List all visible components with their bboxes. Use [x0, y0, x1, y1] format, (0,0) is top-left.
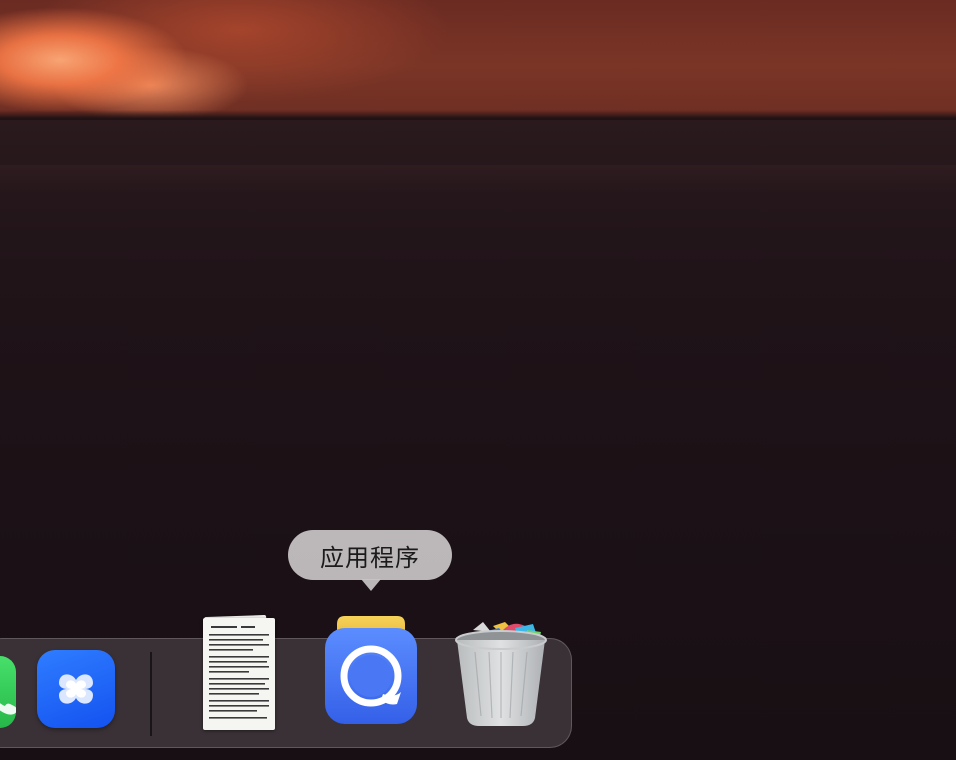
wallpaper-sky [0, 0, 956, 120]
dock-tooltip-label: 应用程序 [320, 543, 420, 572]
desktop: 应用程序 [0, 0, 956, 760]
dock-tooltip-tail [361, 579, 381, 591]
dock-separator [150, 652, 152, 736]
wallpaper-ground-band [0, 165, 956, 195]
document-stack-icon[interactable] [200, 614, 280, 732]
applications-folder-icon[interactable] [323, 614, 419, 726]
phone-app-icon[interactable] [0, 656, 16, 728]
x-flower-app-icon[interactable] [37, 650, 115, 728]
dock-tooltip: 应用程序 [288, 530, 452, 580]
trash-full-icon[interactable] [453, 618, 549, 728]
